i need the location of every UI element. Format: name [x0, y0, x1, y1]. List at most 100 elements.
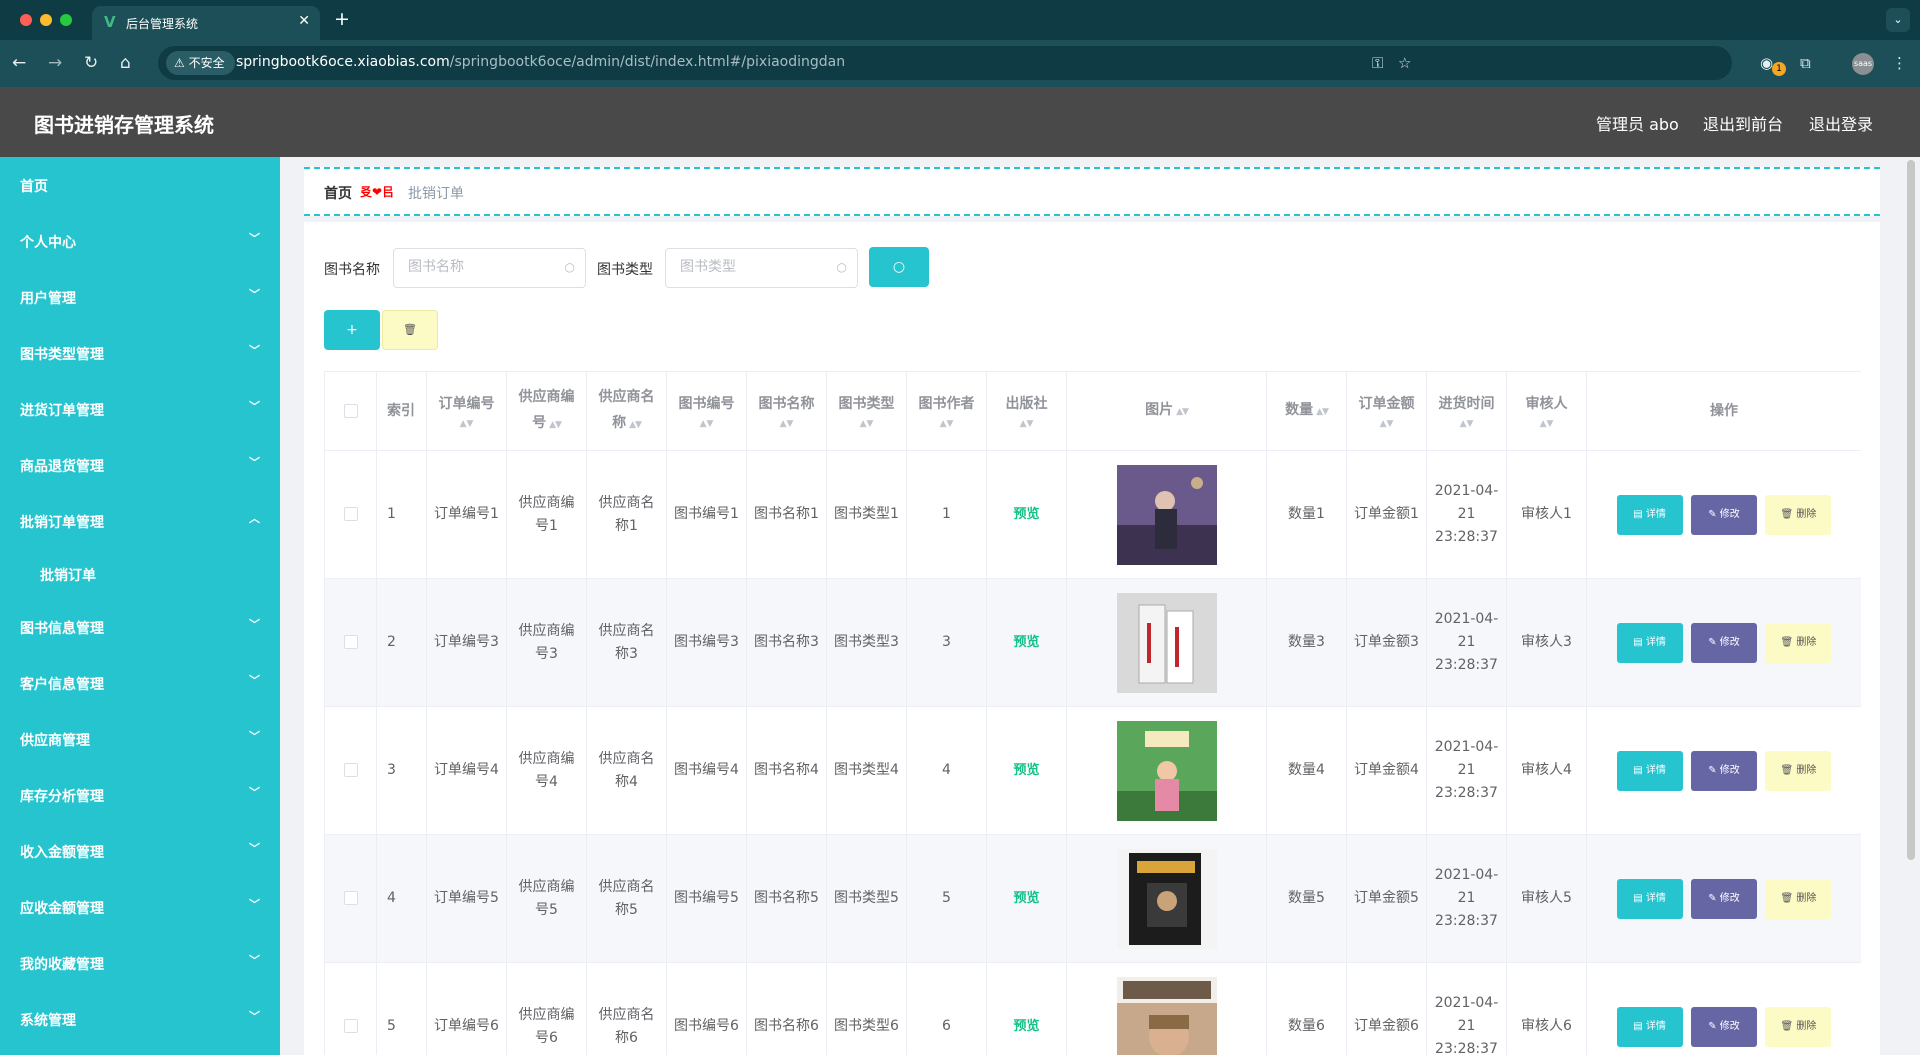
row-checkbox[interactable]: [343, 763, 358, 777]
book-type-input[interactable]: [680, 259, 830, 275]
edit-button[interactable]: ✎ 修改: [1691, 750, 1757, 791]
url-text[interactable]: springbootk6oce.xiaobias.com/springbootk…: [236, 54, 845, 70]
preview-link[interactable]: 预览: [1013, 635, 1039, 650]
add-button[interactable]: +: [324, 310, 380, 350]
book-cover-image[interactable]: [1116, 848, 1217, 949]
sidebar-item-inventory-analysis[interactable]: 库存分析管理 ﹀: [0, 767, 280, 823]
sidebar-item-book-type-management[interactable]: 图书类型管理 ﹀: [0, 325, 280, 381]
address-bar[interactable]: ⚠ 不安全 springbootk6oce.xiaobias.com/sprin…: [158, 46, 1732, 80]
detail-button[interactable]: ▤ 详情: [1616, 494, 1683, 535]
detail-button[interactable]: ▤ 详情: [1616, 622, 1683, 663]
row-checkbox[interactable]: [343, 1019, 358, 1033]
search-button[interactable]: ○: [869, 247, 929, 287]
col-book-no[interactable]: 图书编号 ▲▼: [666, 371, 747, 451]
sidebar-item-book-info-management[interactable]: 图书信息管理 ﹀: [0, 599, 280, 655]
sidebar-subitem-wholesale-order[interactable]: 批销订单: [0, 549, 280, 599]
col-reviewer[interactable]: 审核人 ▲▼: [1506, 371, 1587, 451]
book-cover-image[interactable]: [1116, 592, 1217, 693]
book-type-field[interactable]: ○: [665, 248, 858, 288]
tab-close-icon[interactable]: ✕: [298, 13, 310, 29]
book-name-input[interactable]: [408, 259, 558, 275]
detail-button[interactable]: ▤ 详情: [1616, 750, 1683, 791]
detail-button[interactable]: ▤ 详情: [1616, 878, 1683, 919]
edit-button[interactable]: ✎ 修改: [1691, 622, 1757, 663]
reload-icon[interactable]: ↻: [84, 52, 98, 74]
col-publisher[interactable]: 出版社 ▲▼: [986, 371, 1067, 451]
minimize-window-button[interactable]: [40, 14, 52, 26]
password-key-icon[interactable]: ⚿: [1372, 54, 1383, 72]
exit-to-front-link[interactable]: 退出到前台: [1703, 111, 1783, 135]
bookmark-star-icon[interactable]: ☆: [1398, 54, 1411, 72]
edit-button[interactable]: ✎ 修改: [1691, 1006, 1757, 1047]
sidebar-item-return-management[interactable]: 商品退货管理 ﹀: [0, 437, 280, 493]
sort-caret-icon[interactable]: ▲▼: [1316, 407, 1329, 417]
delete-button[interactable]: 🗑 删除: [1765, 1006, 1832, 1047]
breadcrumb-home[interactable]: 首页: [324, 183, 352, 203]
back-arrow-icon[interactable]: ←: [12, 52, 26, 74]
sidebar-item-supplier-management[interactable]: 供应商管理 ﹀: [0, 711, 280, 767]
sort-caret-icon[interactable]: ▲▼: [433, 417, 500, 431]
sort-caret-icon[interactable]: ▲▼: [1513, 417, 1580, 431]
col-author[interactable]: 图书作者 ▲▼: [906, 371, 987, 451]
sort-caret-icon[interactable]: ▲▼: [1353, 417, 1420, 431]
edit-button[interactable]: ✎ 修改: [1691, 878, 1757, 919]
col-purchase-time[interactable]: 进货时间 ▲▼: [1426, 371, 1507, 451]
sort-caret-icon[interactable]: ▲▼: [753, 417, 820, 431]
select-all-checkbox[interactable]: [343, 404, 358, 418]
sidebar-item-system-management[interactable]: 系统管理 ﹀: [0, 991, 280, 1047]
sidebar-item-favorites-management[interactable]: 我的收藏管理 ﹀: [0, 935, 280, 991]
sidebar-item-personal-center[interactable]: 个人中心 ﹀: [0, 213, 280, 269]
sidebar-item-receivable-management[interactable]: 应收金额管理 ﹀: [0, 879, 280, 935]
col-book-name[interactable]: 图书名称 ▲▼: [746, 371, 827, 451]
delete-button[interactable]: 🗑 删除: [1765, 878, 1832, 919]
sort-caret-icon[interactable]: ▲▼: [993, 417, 1060, 431]
new-tab-button[interactable]: +: [334, 9, 350, 29]
col-order-no[interactable]: 订单编号 ▲▼: [426, 371, 507, 451]
delete-button[interactable]: 🗑 删除: [1765, 494, 1832, 535]
row-checkbox[interactable]: [343, 507, 358, 521]
delete-button[interactable]: 🗑 删除: [1765, 750, 1832, 791]
extensions-puzzle-icon[interactable]: ⧉: [1800, 54, 1811, 72]
sidebar-item-purchase-order-management[interactable]: 进货订单管理 ﹀: [0, 381, 280, 437]
preview-link[interactable]: 预览: [1013, 1019, 1039, 1034]
book-cover-image[interactable]: [1116, 464, 1217, 565]
sort-caret-icon[interactable]: ▲▼: [549, 420, 562, 430]
sidebar-item-customer-info-management[interactable]: 客户信息管理 ﹀: [0, 655, 280, 711]
sidebar-item-user-management[interactable]: 用户管理 ﹀: [0, 269, 280, 325]
row-checkbox[interactable]: [343, 891, 358, 905]
home-icon[interactable]: ⌂: [120, 52, 131, 74]
sort-caret-icon[interactable]: ▲▼: [913, 417, 980, 431]
sort-caret-icon[interactable]: ▲▼: [629, 420, 642, 430]
browser-menu-icon[interactable]: ⋮: [1892, 54, 1907, 72]
sort-caret-icon[interactable]: ▲▼: [833, 417, 900, 431]
edit-button[interactable]: ✎ 修改: [1691, 494, 1757, 535]
browser-tab[interactable]: V 后台管理系统 ✕: [92, 6, 320, 40]
col-supplier-no[interactable]: 供应商编号 ▲▼: [506, 371, 587, 451]
sidebar-item-wholesale-order-management[interactable]: 批销订单管理 ︿: [0, 493, 280, 549]
col-supplier-name[interactable]: 供应商名称 ▲▼: [586, 371, 667, 451]
tab-search-chevron-icon[interactable]: ⌄: [1886, 8, 1910, 32]
col-quantity[interactable]: 数量 ▲▼: [1266, 371, 1347, 451]
book-cover-image[interactable]: [1116, 720, 1217, 821]
sort-caret-icon[interactable]: ▲▼: [1176, 407, 1189, 417]
sidebar-item-home[interactable]: 首页: [0, 157, 280, 213]
preview-link[interactable]: 预览: [1013, 891, 1039, 906]
sort-caret-icon[interactable]: ▲▼: [1433, 417, 1500, 431]
sidebar-item-income-management[interactable]: 收入金额管理 ﹀: [0, 823, 280, 879]
logout-link[interactable]: 退出登录: [1809, 111, 1873, 135]
batch-delete-button[interactable]: 🗑: [382, 310, 438, 350]
detail-button[interactable]: ▤ 详情: [1616, 1006, 1683, 1047]
book-cover-image[interactable]: [1116, 976, 1217, 1055]
maximize-window-button[interactable]: [60, 14, 72, 26]
forward-arrow-icon[interactable]: →: [48, 52, 62, 74]
security-chip[interactable]: ⚠ 不安全: [166, 51, 235, 75]
profile-avatar[interactable]: saas: [1852, 53, 1874, 75]
book-name-field[interactable]: ○: [393, 248, 586, 288]
preview-link[interactable]: 预览: [1013, 507, 1039, 522]
close-window-button[interactable]: [20, 14, 32, 26]
preview-link[interactable]: 预览: [1013, 763, 1039, 778]
col-image[interactable]: 图片 ▲▼: [1066, 371, 1267, 451]
col-amount[interactable]: 订单金额 ▲▼: [1346, 371, 1427, 451]
col-book-type[interactable]: 图书类型 ▲▼: [826, 371, 907, 451]
row-checkbox[interactable]: [343, 635, 358, 649]
